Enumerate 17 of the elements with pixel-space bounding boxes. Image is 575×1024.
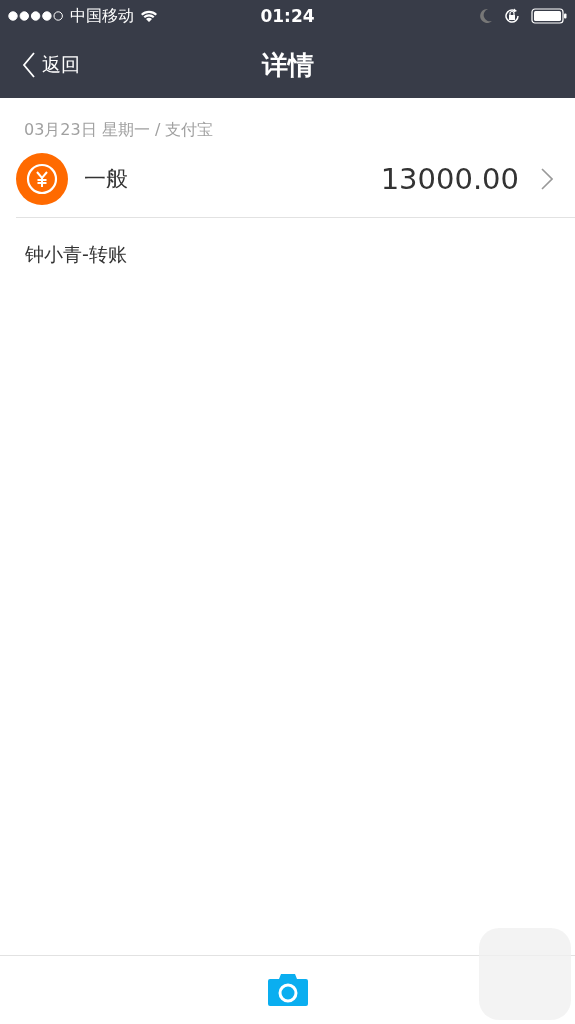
page-title: 详情 — [261, 48, 314, 82]
date-source-text: 03月23日 星期一 / 支付宝 — [24, 120, 215, 141]
chevron-icon[interactable] — [541, 168, 553, 190]
yuan-icon — [16, 153, 68, 205]
back-button[interactable]: 返回 — [22, 52, 80, 78]
wifi-icon — [140, 9, 158, 23]
camera-button[interactable] — [267, 974, 308, 1006]
rotation-lock-icon — [503, 7, 521, 25]
chevron-left-icon — [22, 52, 36, 78]
amount-value: 13000.00 — [380, 162, 519, 196]
battery-icon — [531, 8, 567, 24]
signal-icon — [8, 11, 64, 21]
note-text: 钟小青-转账 — [25, 242, 128, 267]
status-time: 01:24 — [260, 6, 315, 26]
category-label: 一般 — [84, 165, 129, 193]
moon-icon — [479, 8, 493, 24]
carrier-name: 中国移动 — [70, 5, 134, 27]
